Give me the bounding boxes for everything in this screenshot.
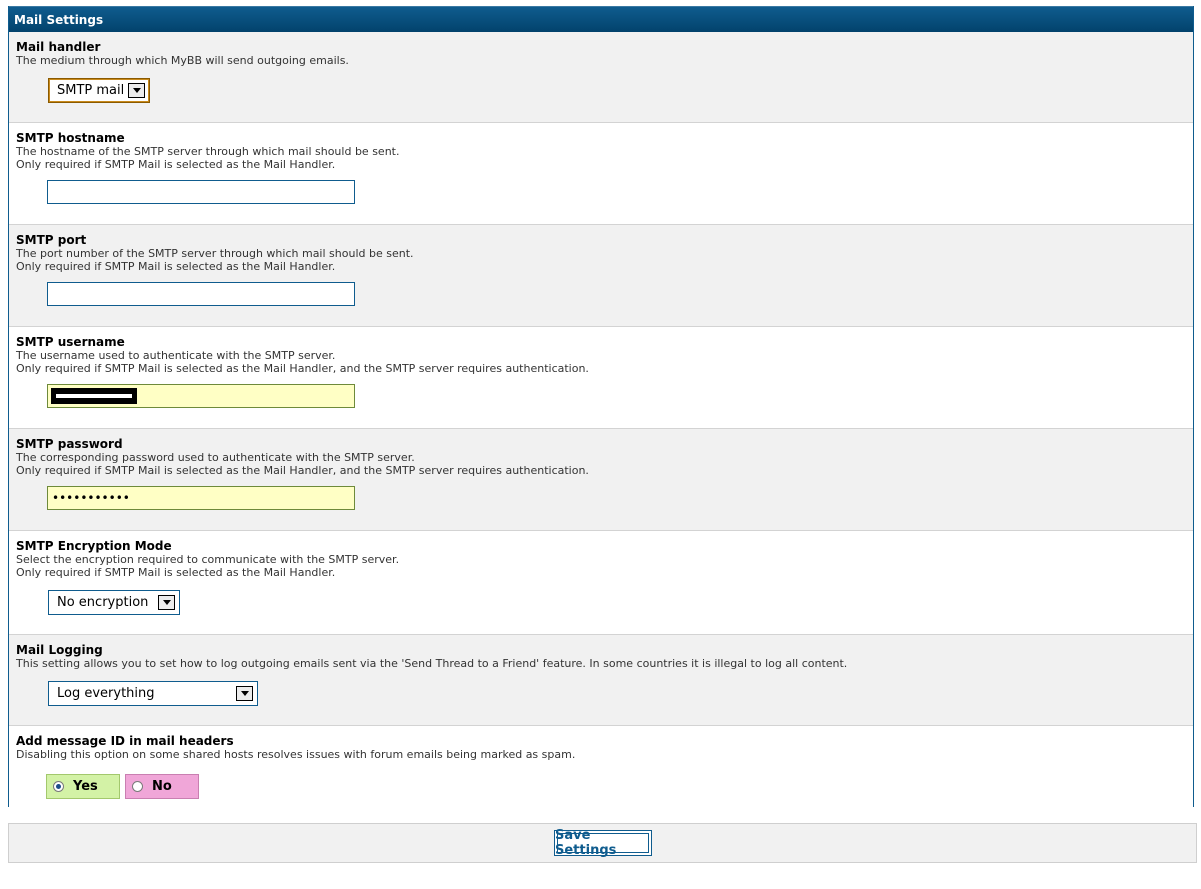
setting-message-id: Add message ID in mail headers Disabling… — [9, 726, 1193, 808]
setting-desc: Select the encryption required to commun… — [16, 553, 400, 566]
radio-icon[interactable] — [53, 781, 64, 792]
save-settings-button[interactable]: Save Settings — [554, 828, 652, 858]
smtp-port-input[interactable] — [47, 282, 355, 306]
setting-title: Mail Logging — [16, 643, 103, 657]
select-value: SMTP mail — [57, 83, 125, 98]
setting-smtp-port: SMTP port The port number of the SMTP se… — [9, 225, 1193, 327]
chevron-down-icon[interactable] — [236, 686, 253, 701]
encryption-select[interactable]: No encryption — [48, 590, 180, 615]
setting-title: SMTP hostname — [16, 131, 125, 145]
setting-title: Mail handler — [16, 40, 101, 54]
mail-settings-panel: Mail Settings Mail handler The medium th… — [8, 6, 1194, 808]
setting-desc: The port number of the SMTP server throu… — [16, 247, 414, 260]
panel-title: Mail Settings — [9, 6, 1193, 32]
setting-smtp-hostname: SMTP hostname The hostname of the SMTP s… — [9, 123, 1193, 225]
setting-desc: Only required if SMTP Mail is selected a… — [16, 158, 336, 171]
setting-desc: The corresponding password used to authe… — [16, 451, 415, 464]
setting-mail-handler: Mail handler The medium through which My… — [9, 32, 1193, 123]
setting-smtp-username: SMTP username The username used to authe… — [9, 327, 1193, 429]
smtp-username-input[interactable] — [47, 384, 355, 408]
setting-desc: This setting allows you to set how to lo… — [16, 657, 848, 670]
setting-title: SMTP password — [16, 437, 123, 451]
setting-desc: The medium through which MyBB will send … — [16, 54, 349, 67]
setting-title: SMTP username — [16, 335, 125, 349]
setting-title: SMTP port — [16, 233, 87, 247]
setting-desc: Disabling this option on some shared hos… — [16, 748, 576, 761]
chevron-down-icon[interactable] — [158, 595, 175, 610]
select-value: Log everything — [57, 686, 155, 701]
radio-label: No — [152, 779, 172, 794]
smtp-hostname-input[interactable] — [47, 180, 355, 204]
setting-desc: The username used to authenticate with t… — [16, 349, 336, 362]
setting-desc: Only required if SMTP Mail is selected a… — [16, 566, 336, 579]
setting-desc: The hostname of the SMTP server through … — [16, 145, 400, 158]
setting-title: SMTP Encryption Mode — [16, 539, 172, 553]
setting-smtp-encryption: SMTP Encryption Mode Select the encrypti… — [9, 531, 1193, 635]
smtp-password-input[interactable]: ••••••••••• — [47, 486, 355, 510]
password-value: ••••••••••• — [52, 491, 130, 505]
setting-title: Add message ID in mail headers — [16, 734, 234, 748]
setting-smtp-password: SMTP password The corresponding password… — [9, 429, 1193, 531]
chevron-down-icon[interactable] — [128, 83, 145, 98]
setting-mail-logging: Mail Logging This setting allows you to … — [9, 635, 1193, 726]
radio-label: Yes — [73, 779, 98, 794]
select-value: No encryption — [57, 595, 149, 610]
setting-desc: Only required if SMTP Mail is selected a… — [16, 260, 336, 273]
form-footer: Save Settings — [8, 823, 1197, 863]
mail-handler-select[interactable]: SMTP mail — [48, 78, 150, 103]
radio-icon[interactable] — [132, 781, 143, 792]
mail-logging-select[interactable]: Log everything — [48, 681, 258, 706]
setting-desc: Only required if SMTP Mail is selected a… — [16, 362, 589, 375]
redacted-value — [51, 388, 137, 404]
setting-desc: Only required if SMTP Mail is selected a… — [16, 464, 589, 477]
message-id-no-option[interactable]: No — [125, 774, 199, 799]
message-id-yes-option[interactable]: Yes — [46, 774, 120, 799]
